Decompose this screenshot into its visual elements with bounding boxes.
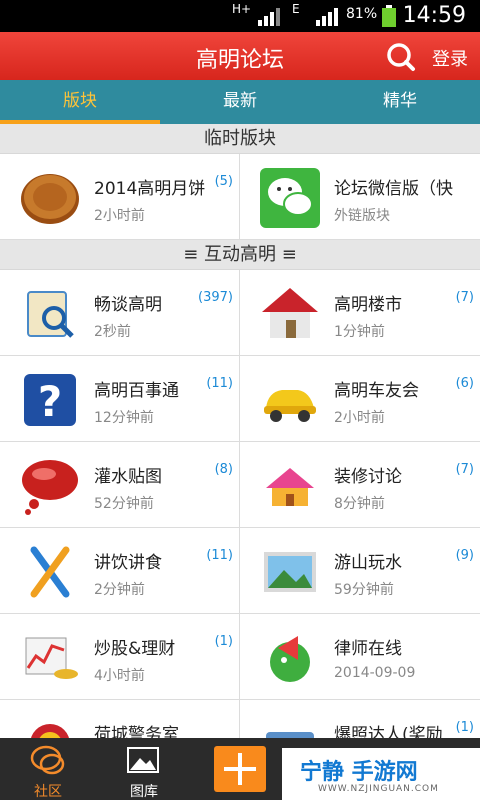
speech-bubble-icon (22, 460, 78, 515)
board-item[interactable]: 讲饮讲食 (11) 2分钟前 (0, 528, 240, 614)
board-item[interactable]: 装修讨论 (7) 8分钟前 (240, 442, 480, 528)
board-time: 外链版块 (334, 208, 390, 224)
watermark: 宁静 手游网 WWW.NZJINGUAN.COM (282, 748, 480, 800)
mooncake-icon (21, 174, 79, 224)
board-count: (9) (455, 548, 474, 563)
decor-house-icon (266, 468, 314, 506)
clock: 14:59 (402, 3, 466, 28)
signal-icon-2 (316, 8, 338, 26)
section-header-interactive: ≡ 互动高明 ≡ (0, 240, 480, 270)
board-item[interactable]: 律师在线 2014-09-09 (240, 614, 480, 700)
title-bar: 高明论坛 登录 (0, 32, 480, 80)
board-count: (6) (455, 376, 474, 391)
board-name: 论坛微信版（快 (334, 179, 453, 199)
board-count: (1) (214, 634, 233, 649)
board-time: 12分钟前 (94, 410, 154, 426)
board-time: 8分钟前 (334, 496, 385, 512)
board-name: 讲饮讲食 (94, 553, 162, 573)
board-item[interactable]: 高明楼市 (7) 1分钟前 (240, 270, 480, 356)
login-button[interactable]: 登录 (432, 45, 468, 71)
board-time: 1分钟前 (334, 324, 385, 340)
board-time: 4小时前 (94, 668, 145, 684)
network-type: H+ (232, 2, 252, 16)
board-item[interactable]: 2014高明月饼 (5) 2小时前 (0, 154, 240, 240)
board-item[interactable]: 游山玩水 (9) 59分钟前 (240, 528, 480, 614)
board-name: 高明车友会 (334, 381, 419, 401)
image-icon (127, 747, 159, 773)
board-name: 装修讨论 (334, 467, 402, 487)
board-count: (7) (455, 462, 474, 477)
svg-text:?: ? (38, 377, 62, 426)
board-name: 高明楼市 (334, 295, 402, 315)
board-item[interactable]: 畅谈高明 (397) 2秒前 (0, 270, 240, 356)
wechat-icon (260, 168, 320, 228)
board-count: (7) (455, 290, 474, 305)
nav-community[interactable]: 社区 (0, 738, 96, 800)
watermark-brand: 宁静 手游网 (300, 760, 418, 785)
board-name: 游山玩水 (334, 553, 402, 573)
board-item[interactable]: ? 高明百事通 (11) 12分钟前 (0, 356, 240, 442)
car-icon (264, 390, 316, 422)
board-time: 59分钟前 (334, 582, 394, 598)
section-header-temporary: 临时版块 (0, 124, 480, 154)
board-count: (5) (214, 174, 233, 189)
search-icon[interactable] (386, 42, 416, 72)
status-bar: H+ E 81% 14:59 (0, 0, 480, 32)
board-count: (1) (455, 720, 474, 735)
board-time: 2小时前 (94, 208, 145, 224)
nav-gallery-label: 图库 (130, 784, 158, 800)
battery-percent: 81% (346, 6, 378, 22)
board-count: (11) (206, 548, 233, 563)
signal-icon (258, 8, 280, 26)
network-type-2: E (292, 2, 300, 16)
stock-chart-icon (25, 637, 78, 679)
board-time: 2014-09-09 (334, 665, 416, 681)
board-name: 灌水贴图 (94, 467, 162, 487)
board-count: (397) (198, 290, 233, 305)
board-name: 2014高明月饼 (94, 179, 206, 199)
tab-featured[interactable]: 精华 (320, 80, 480, 124)
tab-latest[interactable]: 最新 (160, 80, 320, 124)
tab-bar: 版块 最新 精华 (0, 80, 480, 124)
board-name: 律师在线 (334, 639, 402, 659)
board-item[interactable]: 论坛微信版（快 外链版块 (240, 154, 480, 240)
board-count: (8) (214, 462, 233, 477)
board-count: (11) (206, 376, 233, 391)
board-item[interactable]: 高明车友会 (6) 2小时前 (240, 356, 480, 442)
battery-icon (382, 5, 396, 27)
chat-bubble-icon (30, 745, 65, 775)
house-icon (262, 288, 318, 338)
nav-gallery[interactable]: 图库 (96, 738, 192, 800)
megaphone-icon (270, 636, 310, 682)
add-post-button[interactable] (214, 746, 266, 792)
board-item[interactable]: 炒股&理财 (1) 4小时前 (0, 614, 240, 700)
watermark-url: WWW.NZJINGUAN.COM (318, 784, 439, 794)
board-time: 2分钟前 (94, 582, 145, 598)
board-time: 2秒前 (94, 324, 131, 340)
question-mark-icon: ? (24, 374, 76, 426)
board-name: 高明百事通 (94, 381, 179, 401)
tab-boards[interactable]: 版块 (0, 80, 160, 124)
utensils-icon (30, 546, 70, 598)
board-name: 炒股&理财 (94, 639, 176, 659)
board-time: 52分钟前 (94, 496, 154, 512)
board-time: 2小时前 (334, 410, 385, 426)
document-magnifier-icon (27, 291, 74, 338)
board-item[interactable]: 灌水贴图 (8) 52分钟前 (0, 442, 240, 528)
nav-community-label: 社区 (34, 784, 62, 800)
landscape-photo-icon (264, 552, 316, 592)
